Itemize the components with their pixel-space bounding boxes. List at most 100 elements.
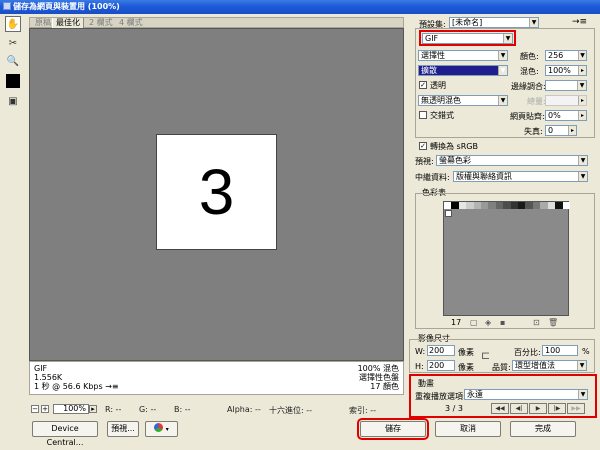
zoom-out-button[interactable]: − (31, 405, 39, 413)
chevron-right-icon: ▸ (578, 111, 586, 120)
chevron-down-icon: ▼ (578, 51, 586, 60)
new-color-icon[interactable]: ⊡ (533, 318, 540, 327)
animation-controls: ◀◀ ◀| ▶ |▶ ▶▶ (491, 403, 587, 414)
app-icon (3, 2, 11, 10)
height-input[interactable]: 200 (427, 360, 455, 371)
height-label: H: (415, 362, 424, 371)
metadata-select[interactable]: 版權與聯絡資訊 ▼ (453, 171, 588, 182)
websnap-label: 網頁貼齊: (510, 112, 545, 121)
browser-dropdown-icon: ▾ (165, 426, 169, 433)
slice-select-tool-icon[interactable]: ✂ (5, 35, 21, 51)
zoom-dropdown-arrow-icon[interactable]: ▸ (89, 405, 97, 413)
next-frame-icon[interactable]: |▶ (548, 403, 566, 414)
info-download-time: 1 秒 @ 56.6 Kbps →≡ (34, 382, 119, 391)
preset-select[interactable]: [未命名] ▼ (449, 17, 539, 28)
tab-2-up[interactable]: 2 欄式 (86, 18, 116, 28)
browser-icon (154, 423, 164, 432)
save-button[interactable]: 儲存 (357, 418, 429, 440)
width-unit: 像素 (458, 348, 474, 357)
transparent-swatch[interactable] (445, 210, 452, 217)
preview-button[interactable]: 預視... (107, 421, 139, 437)
chevron-down-icon: ▼ (578, 390, 587, 399)
chevron-down-icon: ▼ (577, 361, 586, 370)
amount-label: 總量: (527, 97, 546, 106)
title-bar: 儲存為網頁與裝置用 (100%) (0, 0, 600, 14)
interlaced-checkbox[interactable] (419, 111, 427, 119)
readout-hex: 十六進位: -- (269, 406, 313, 415)
width-input[interactable]: 200 (427, 345, 455, 356)
zoom-level[interactable]: 100% (53, 404, 89, 414)
zoom-tool-icon[interactable]: 🔍 (5, 53, 21, 69)
image-preview-area[interactable]: 3 (29, 28, 404, 361)
chevron-down-icon: ▼ (498, 66, 507, 75)
dither-label: 混色: (520, 67, 539, 76)
percent-input[interactable]: 100 (542, 345, 578, 356)
color-table-count: 17 (451, 318, 462, 327)
transparency-label: 透明 (430, 81, 446, 90)
tab-4-up[interactable]: 4 欄式 (116, 18, 146, 28)
colors-input[interactable]: 256 ▼ (545, 50, 587, 61)
web-snap-icon[interactable]: ◈ (485, 318, 491, 327)
tab-original[interactable]: 原稿 (32, 18, 54, 28)
color-table-swatches (444, 202, 570, 209)
constrain-proportions-link-icon[interactable]: ⊏ (481, 349, 490, 362)
quality-select[interactable]: 環型增值法 ▼ (512, 360, 587, 371)
quality-label: 品質: (492, 363, 511, 372)
dither-algorithm-select[interactable]: 擴散 ▼ (418, 65, 508, 76)
convert-srgb-label: 轉換為 sRGB (430, 142, 478, 151)
zoom-in-button[interactable]: + (41, 405, 49, 413)
chevron-down-icon: ▼ (577, 81, 586, 90)
websnap-input[interactable]: 0% ▸ (545, 110, 587, 121)
info-format: GIF (34, 364, 48, 373)
preview-image-text: 3 (198, 156, 235, 228)
done-button[interactable]: 完成 (510, 421, 576, 437)
preview-mode-select[interactable]: 螢幕色彩 ▼ (436, 155, 588, 166)
percent-unit: % (582, 347, 590, 356)
toggle-slices-icon[interactable]: ▣ (5, 93, 21, 109)
first-frame-icon[interactable]: ◀◀ (491, 403, 509, 414)
metadata-label: 中繼資料: (415, 173, 450, 182)
map-transparent-icon[interactable]: ▢ (470, 318, 478, 327)
lossy-input[interactable]: 0 ▸ (545, 125, 577, 136)
hand-tool-icon[interactable]: ✋ (5, 16, 21, 32)
previous-frame-icon[interactable]: ◀| (510, 403, 528, 414)
convert-srgb-checkbox[interactable]: ✓ (419, 142, 427, 150)
settings-menu-icon[interactable]: →≡ (572, 17, 587, 27)
lossy-label: 失真: (524, 127, 543, 136)
color-reduction-select[interactable]: 選擇性 ▼ (418, 50, 508, 61)
info-dither: 100% 混色 (357, 364, 399, 373)
tab-optimized[interactable]: 最佳化 (52, 18, 84, 28)
eyedropper-color-swatch[interactable] (6, 74, 20, 88)
interlaced-label: 交錯式 (430, 111, 454, 120)
preview-image: 3 (156, 134, 277, 250)
dither-input[interactable]: 100% ▸ (545, 65, 587, 76)
status-bar: − + 100% ▸ R: -- G: -- B: -- Alpha: -- 十… (29, 404, 404, 416)
info-colors: 17 顏色 (370, 382, 399, 391)
delete-color-icon[interactable]: 🗑 (548, 318, 558, 327)
last-frame-icon: ▶▶ (567, 403, 585, 414)
info-palette: 選擇性色盤 (359, 373, 399, 382)
chevron-down-icon: ▼ (498, 96, 507, 105)
amount-input: ▸ (545, 95, 587, 106)
matte-label: 邊緣調合: (511, 82, 546, 91)
color-table-grid[interactable] (443, 201, 570, 316)
transparency-dither-select[interactable]: 無透明混色 ▼ (418, 95, 508, 106)
optimization-info: GIF 1.556K 1 秒 @ 56.6 Kbps →≡ 100% 混色 選擇… (29, 361, 404, 395)
browser-preview-button[interactable]: ▾ (145, 421, 178, 437)
loop-options-select[interactable]: 永遠 ▼ (464, 389, 588, 400)
info-file-size: 1.556K (34, 373, 63, 382)
percent-label: 百分比: (514, 348, 541, 357)
chevron-down-icon: ▼ (578, 172, 587, 181)
cancel-button[interactable]: 取消 (435, 421, 501, 437)
play-icon[interactable]: ▶ (529, 403, 547, 414)
window-title: 儲存為網頁與裝置用 (100%) (13, 2, 120, 11)
readout-index: 索引: -- (349, 406, 377, 415)
matte-select[interactable]: ▼ (545, 80, 587, 91)
chevron-down-icon: ▼ (498, 51, 507, 60)
readout-alpha: Alpha: -- (227, 405, 261, 414)
transparency-checkbox[interactable]: ✓ (419, 81, 427, 89)
info-menu-icon[interactable]: →≡ (105, 382, 118, 391)
format-select[interactable]: GIF ▼ (422, 33, 513, 44)
device-central-button[interactable]: Device Central... (32, 421, 98, 447)
lock-color-icon[interactable]: ▪ (500, 318, 505, 327)
